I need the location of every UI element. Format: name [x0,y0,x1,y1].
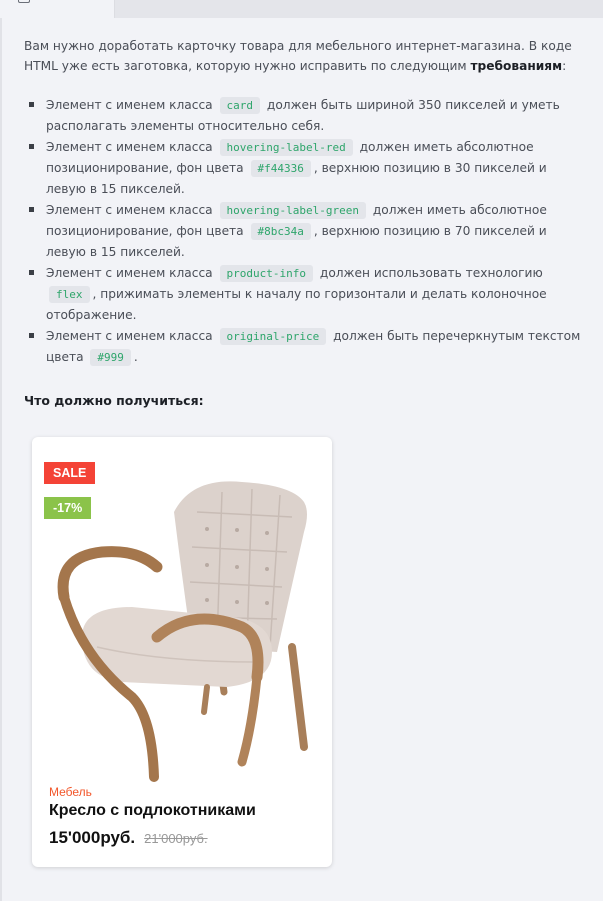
req-text: Элемент с именем класса [46,329,217,343]
bullet-icon [29,207,34,212]
result-heading: Что должно получиться: [24,393,204,408]
code-snippet: hovering-label-green [219,202,366,219]
code-snippet: #8bc34a [250,223,311,240]
bullet-icon [29,102,34,107]
tab-task[interactable] [0,0,115,18]
req-text: . [133,350,138,364]
original-price: 21'000руб. [144,831,208,846]
req-text: Элемент с именем класса [46,98,217,112]
bullet-icon [29,333,34,338]
product-info: Мебель Кресло с подлокотниками 15'000руб… [49,785,320,848]
code-snippet: #f44336 [250,160,311,177]
tab-bar [0,0,603,18]
hovering-label-green: -17% [44,497,92,519]
req-text: Элемент с именем класса [46,266,217,280]
product-name[interactable]: Кресло с подлокотниками [49,802,256,820]
req-text: Элемент с именем класса [46,203,217,217]
req-text: Элемент с именем класса [46,140,217,154]
document-icon [18,0,30,3]
code-snippet: original-price [219,328,327,345]
code-snippet: #999 [90,349,131,366]
divider [0,18,2,901]
product-card: SALE -17% Мебель Кресло с подлокотниками… [32,437,332,867]
list-item: Элемент с именем класса hovering-label-r… [24,137,584,200]
code-snippet: flex [49,286,90,303]
code-snippet: hovering-label-red [219,139,353,156]
req-text: должен использовать технологию [316,266,543,280]
task-intro: Вам нужно доработать карточку товара для… [24,36,584,76]
requirements-list: Элемент с именем класса card должен быть… [24,95,584,368]
intro-bold: требованиям [470,59,563,73]
bullet-icon [29,270,34,275]
intro-colon: : [562,59,567,73]
product-category[interactable]: Мебель [49,785,92,799]
price-row: 15'000руб. 21'000руб. [49,828,208,848]
code-snippet: card [219,97,261,114]
list-item: Элемент с именем класса original-price д… [24,326,584,368]
code-snippet: product-info [219,265,314,282]
hovering-label-red: SALE [44,462,96,484]
bullet-icon [29,144,34,149]
current-price: 15'000руб. [49,828,136,847]
list-item: Элемент с именем класса hovering-label-g… [24,200,584,263]
list-item: Элемент с именем класса card должен быть… [24,95,584,137]
req-text: , прижимать элементы к началу по горизон… [46,287,547,322]
list-item: Элемент с именем класса product-info дол… [24,263,584,326]
